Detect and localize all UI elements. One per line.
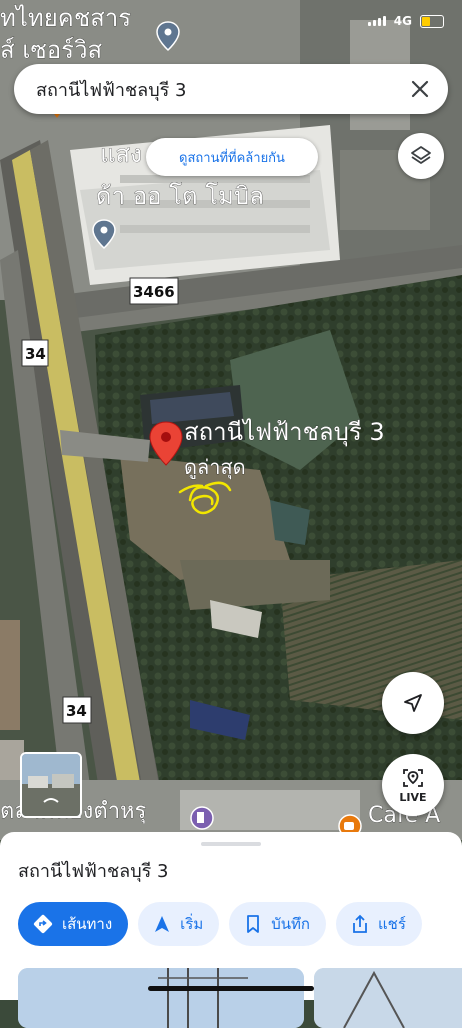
gas-station-pin-icon[interactable]	[190, 806, 214, 830]
directions-label: เส้นทาง	[62, 915, 113, 933]
home-indicator[interactable]	[148, 986, 314, 991]
place-bottom-sheet[interactable]: สถานีไฟฟ้าชลบุรี 3 เส้นทาง เริ่ม บันทึก	[0, 832, 462, 1028]
layers-button[interactable]	[398, 133, 444, 179]
close-icon[interactable]	[400, 69, 440, 109]
road-shield-34-a-label: 34	[25, 345, 46, 363]
live-view-icon	[403, 769, 423, 787]
street-view-thumbnail[interactable]	[20, 752, 82, 818]
navigation-arrow-icon	[404, 694, 422, 712]
map-label-building-1: แสง	[100, 140, 142, 168]
status-bar: 4G	[367, 14, 444, 28]
signal-icon	[367, 16, 386, 26]
sheet-drag-handle[interactable]	[201, 842, 261, 846]
share-button[interactable]: แชร์	[336, 902, 422, 946]
layers-icon	[411, 146, 431, 164]
road-shield-34-b-label: 34	[66, 702, 87, 720]
search-bar[interactable]: สถานีไฟฟ้าชลบุรี 3	[14, 64, 448, 114]
similar-places-button[interactable]: ดูสถานที่ที่คล้ายกัน	[146, 138, 318, 176]
share-label: แชร์	[378, 915, 406, 933]
share-icon	[353, 914, 367, 933]
place-photo[interactable]	[314, 968, 462, 1028]
save-label: บันทึก	[271, 915, 310, 933]
map-label-place-sub: ดูล่าสุด	[184, 455, 246, 480]
directions-icon	[33, 914, 53, 934]
start-button[interactable]: เริ่ม	[138, 902, 220, 946]
road-shield-3466-label: 3466	[133, 283, 175, 301]
place-photo[interactable]	[18, 968, 304, 1028]
live-label: LIVE	[399, 791, 427, 804]
bookmark-icon	[247, 915, 260, 933]
navigation-arrow-icon	[155, 916, 170, 932]
place-title: สถานีไฟฟ้าชลบุรี 3	[18, 861, 169, 882]
my-location-button[interactable]	[382, 672, 444, 734]
network-label: 4G	[393, 14, 412, 28]
start-label: เริ่ม	[180, 915, 204, 933]
live-view-button[interactable]: LIVE	[382, 754, 444, 816]
map-label-top-left-2: ส์ เซอร์วิส	[0, 36, 103, 64]
battery-icon	[420, 14, 444, 28]
directions-button[interactable]: เส้นทาง	[18, 902, 129, 946]
map-label-top-left-1: ทไทยคชสาร	[0, 4, 131, 32]
search-query[interactable]: สถานีไฟฟ้าชลบุรี 3	[36, 75, 400, 104]
save-button[interactable]: บันทึก	[229, 902, 326, 946]
action-buttons: เส้นทาง เริ่ม บันทึก แชร์	[18, 902, 422, 946]
similar-places-label: ดูสถานที่ที่คล้ายกัน	[179, 150, 285, 166]
map-label-place-name[interactable]: สถานีไฟฟ้าชลบุรี 3	[184, 418, 385, 448]
map-label-building-2: ด้า ออ โต โมบิล	[96, 182, 264, 210]
